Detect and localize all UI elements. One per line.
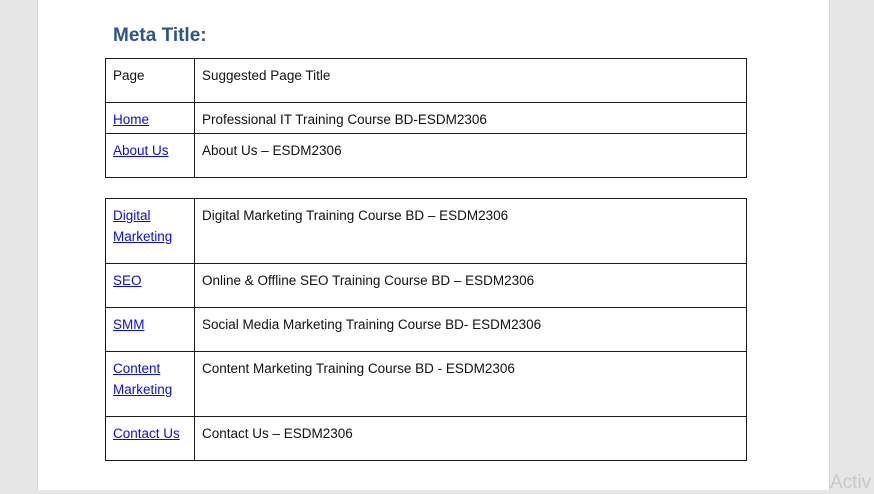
table-row: Content Marketing Content Marketing Train… [105, 351, 747, 417]
title-cell: About Us – ESDM2306 [194, 133, 747, 178]
table-row: SMM Social Media Marketing Training Cour… [105, 307, 747, 352]
digital-marketing-link[interactable]: Digital Marketing [113, 208, 172, 244]
table-row: SEO Online & Offline SEO Training Course… [105, 263, 747, 308]
page-cell: SEO [105, 263, 195, 308]
title-cell: Digital Marketing Training Course BD – E… [194, 198, 747, 264]
about-us-link[interactable]: About Us [113, 143, 169, 158]
page-cell: Content Marketing [105, 351, 195, 417]
table-row: About Us About Us – ESDM2306 [105, 133, 747, 178]
title-cell: Contact Us – ESDM2306 [194, 416, 747, 461]
header-title-cell: Suggested Page Title [194, 58, 747, 103]
link-line: Digital [113, 208, 151, 223]
title-cell: Content Marketing Training Course BD - E… [194, 351, 747, 417]
page-cell: About Us [105, 133, 195, 178]
table-row: Contact Us Contact Us – ESDM2306 [105, 416, 747, 461]
link-line: Marketing [113, 229, 173, 244]
meta-title-table-bottom: Digital Marketing Digital Marketing Train… [105, 198, 747, 461]
activation-watermark: Activ [830, 472, 872, 493]
section-heading: Meta Title: [113, 25, 207, 46]
contact-us-link[interactable]: Contact Us [113, 426, 180, 441]
link-line: Marketing [113, 382, 173, 397]
header-page-cell: Page [105, 58, 195, 103]
home-link[interactable]: Home [113, 112, 149, 127]
link-line: Content [113, 361, 161, 376]
title-cell: Professional IT Training Course BD-ESDM2… [194, 102, 747, 134]
table-row: Home Professional IT Training Course BD-… [105, 102, 747, 134]
title-cell: Social Media Marketing Training Course B… [194, 307, 747, 352]
title-cell: Online & Offline SEO Training Course BD … [194, 263, 747, 308]
seo-link[interactable]: SEO [113, 273, 142, 288]
smm-link[interactable]: SMM [113, 317, 145, 332]
page-cell: SMM [105, 307, 195, 352]
table-header-row: Page Suggested Page Title [105, 58, 747, 103]
page-cell: Digital Marketing [105, 198, 195, 264]
page-cell: Home [105, 102, 195, 134]
page-cell: Contact Us [105, 416, 195, 461]
content-marketing-link[interactable]: Content Marketing [113, 361, 172, 397]
meta-title-table-top: Page Suggested Page Title Home Professio… [105, 58, 747, 178]
table-row: Digital Marketing Digital Marketing Train… [105, 198, 747, 264]
